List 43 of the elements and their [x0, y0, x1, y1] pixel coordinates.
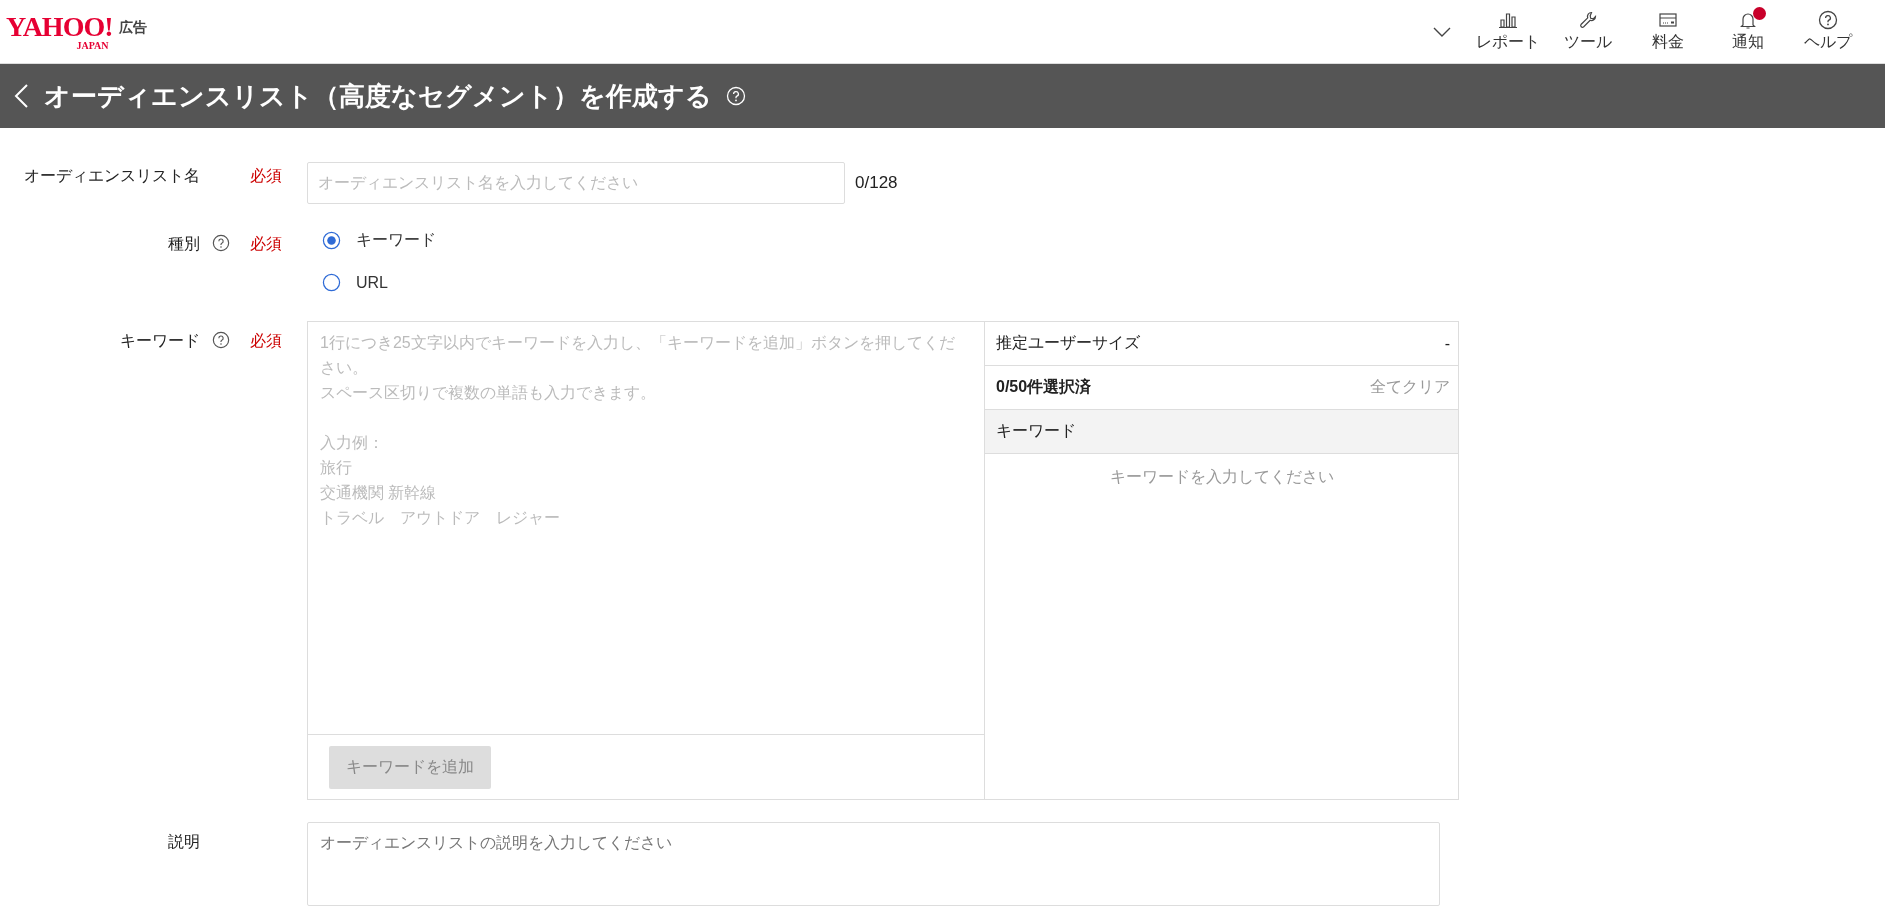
help-icon[interactable]: [212, 331, 230, 349]
column-title: キーワード: [996, 421, 1076, 441]
chevron-down-icon[interactable]: [1433, 26, 1451, 37]
placeholder-text: 旅行: [320, 458, 353, 478]
empty-message: キーワードを入力してください: [1108, 467, 1335, 487]
radio-button[interactable]: [322, 273, 341, 292]
required-label: 必須: [250, 332, 282, 349]
size-value: -: [1444, 334, 1450, 353]
nav-button[interactable]: 通知: [1711, 10, 1785, 53]
service-name: 広告: [118, 18, 147, 37]
page-title: オーディエンスリスト（高度なセグメント）を作成する: [44, 79, 712, 113]
field-label: オーディエンスリスト名: [23, 166, 200, 186]
radio-option[interactable]: キーワード: [307, 230, 1885, 251]
field-label: 説明: [167, 832, 200, 852]
input-field[interactable]: オーディエンスリスト名を入力してください: [307, 162, 845, 204]
character-counter: 0/128: [855, 173, 898, 193]
card-icon[interactable]: [1658, 10, 1678, 30]
bell-icon[interactable]: [1738, 10, 1758, 30]
selected-count: 0/50件選択済: [996, 377, 1092, 397]
logo-subtext: JAPAN: [76, 40, 109, 51]
placeholder-text: 入力例：: [320, 433, 385, 453]
help-icon[interactable]: [212, 234, 230, 252]
placeholder-text: トラベル アウトドア レジャー: [320, 508, 561, 528]
required-label: 必須: [250, 235, 282, 252]
placeholder-text: 1行につき25文字以内でキーワードを入力し、「キーワードを追加」ボタンを押してください。: [320, 333, 956, 378]
required-label: 必須: [250, 167, 282, 184]
bar-chart-icon[interactable]: [1498, 10, 1518, 30]
nav-button[interactable]: レポート: [1471, 10, 1545, 53]
nav-button[interactable]: 料金: [1631, 10, 1705, 53]
radio-option[interactable]: URL: [307, 273, 1885, 292]
field-label: キーワード: [119, 331, 200, 351]
description-field[interactable]: オーディエンスリストの説明を入力してください: [307, 822, 1440, 906]
back-chevron-icon[interactable]: [12, 83, 30, 109]
nav-button[interactable]: ヘルプ: [1791, 10, 1865, 53]
logo-text: YAHOO!: [6, 12, 113, 41]
help-icon[interactable]: [1818, 10, 1838, 30]
nav-button[interactable]: ツール: [1551, 10, 1625, 53]
size-label: 推定ユーザーサイズ: [996, 333, 1140, 353]
placeholder-text: 交通機関 新幹線: [320, 483, 438, 503]
field-label: 種別: [167, 234, 200, 254]
wrench-icon[interactable]: [1578, 10, 1598, 30]
placeholder-text: スペース区切りで複数の単語も入力できます。: [320, 383, 657, 403]
radio-button[interactable]: [322, 231, 341, 250]
